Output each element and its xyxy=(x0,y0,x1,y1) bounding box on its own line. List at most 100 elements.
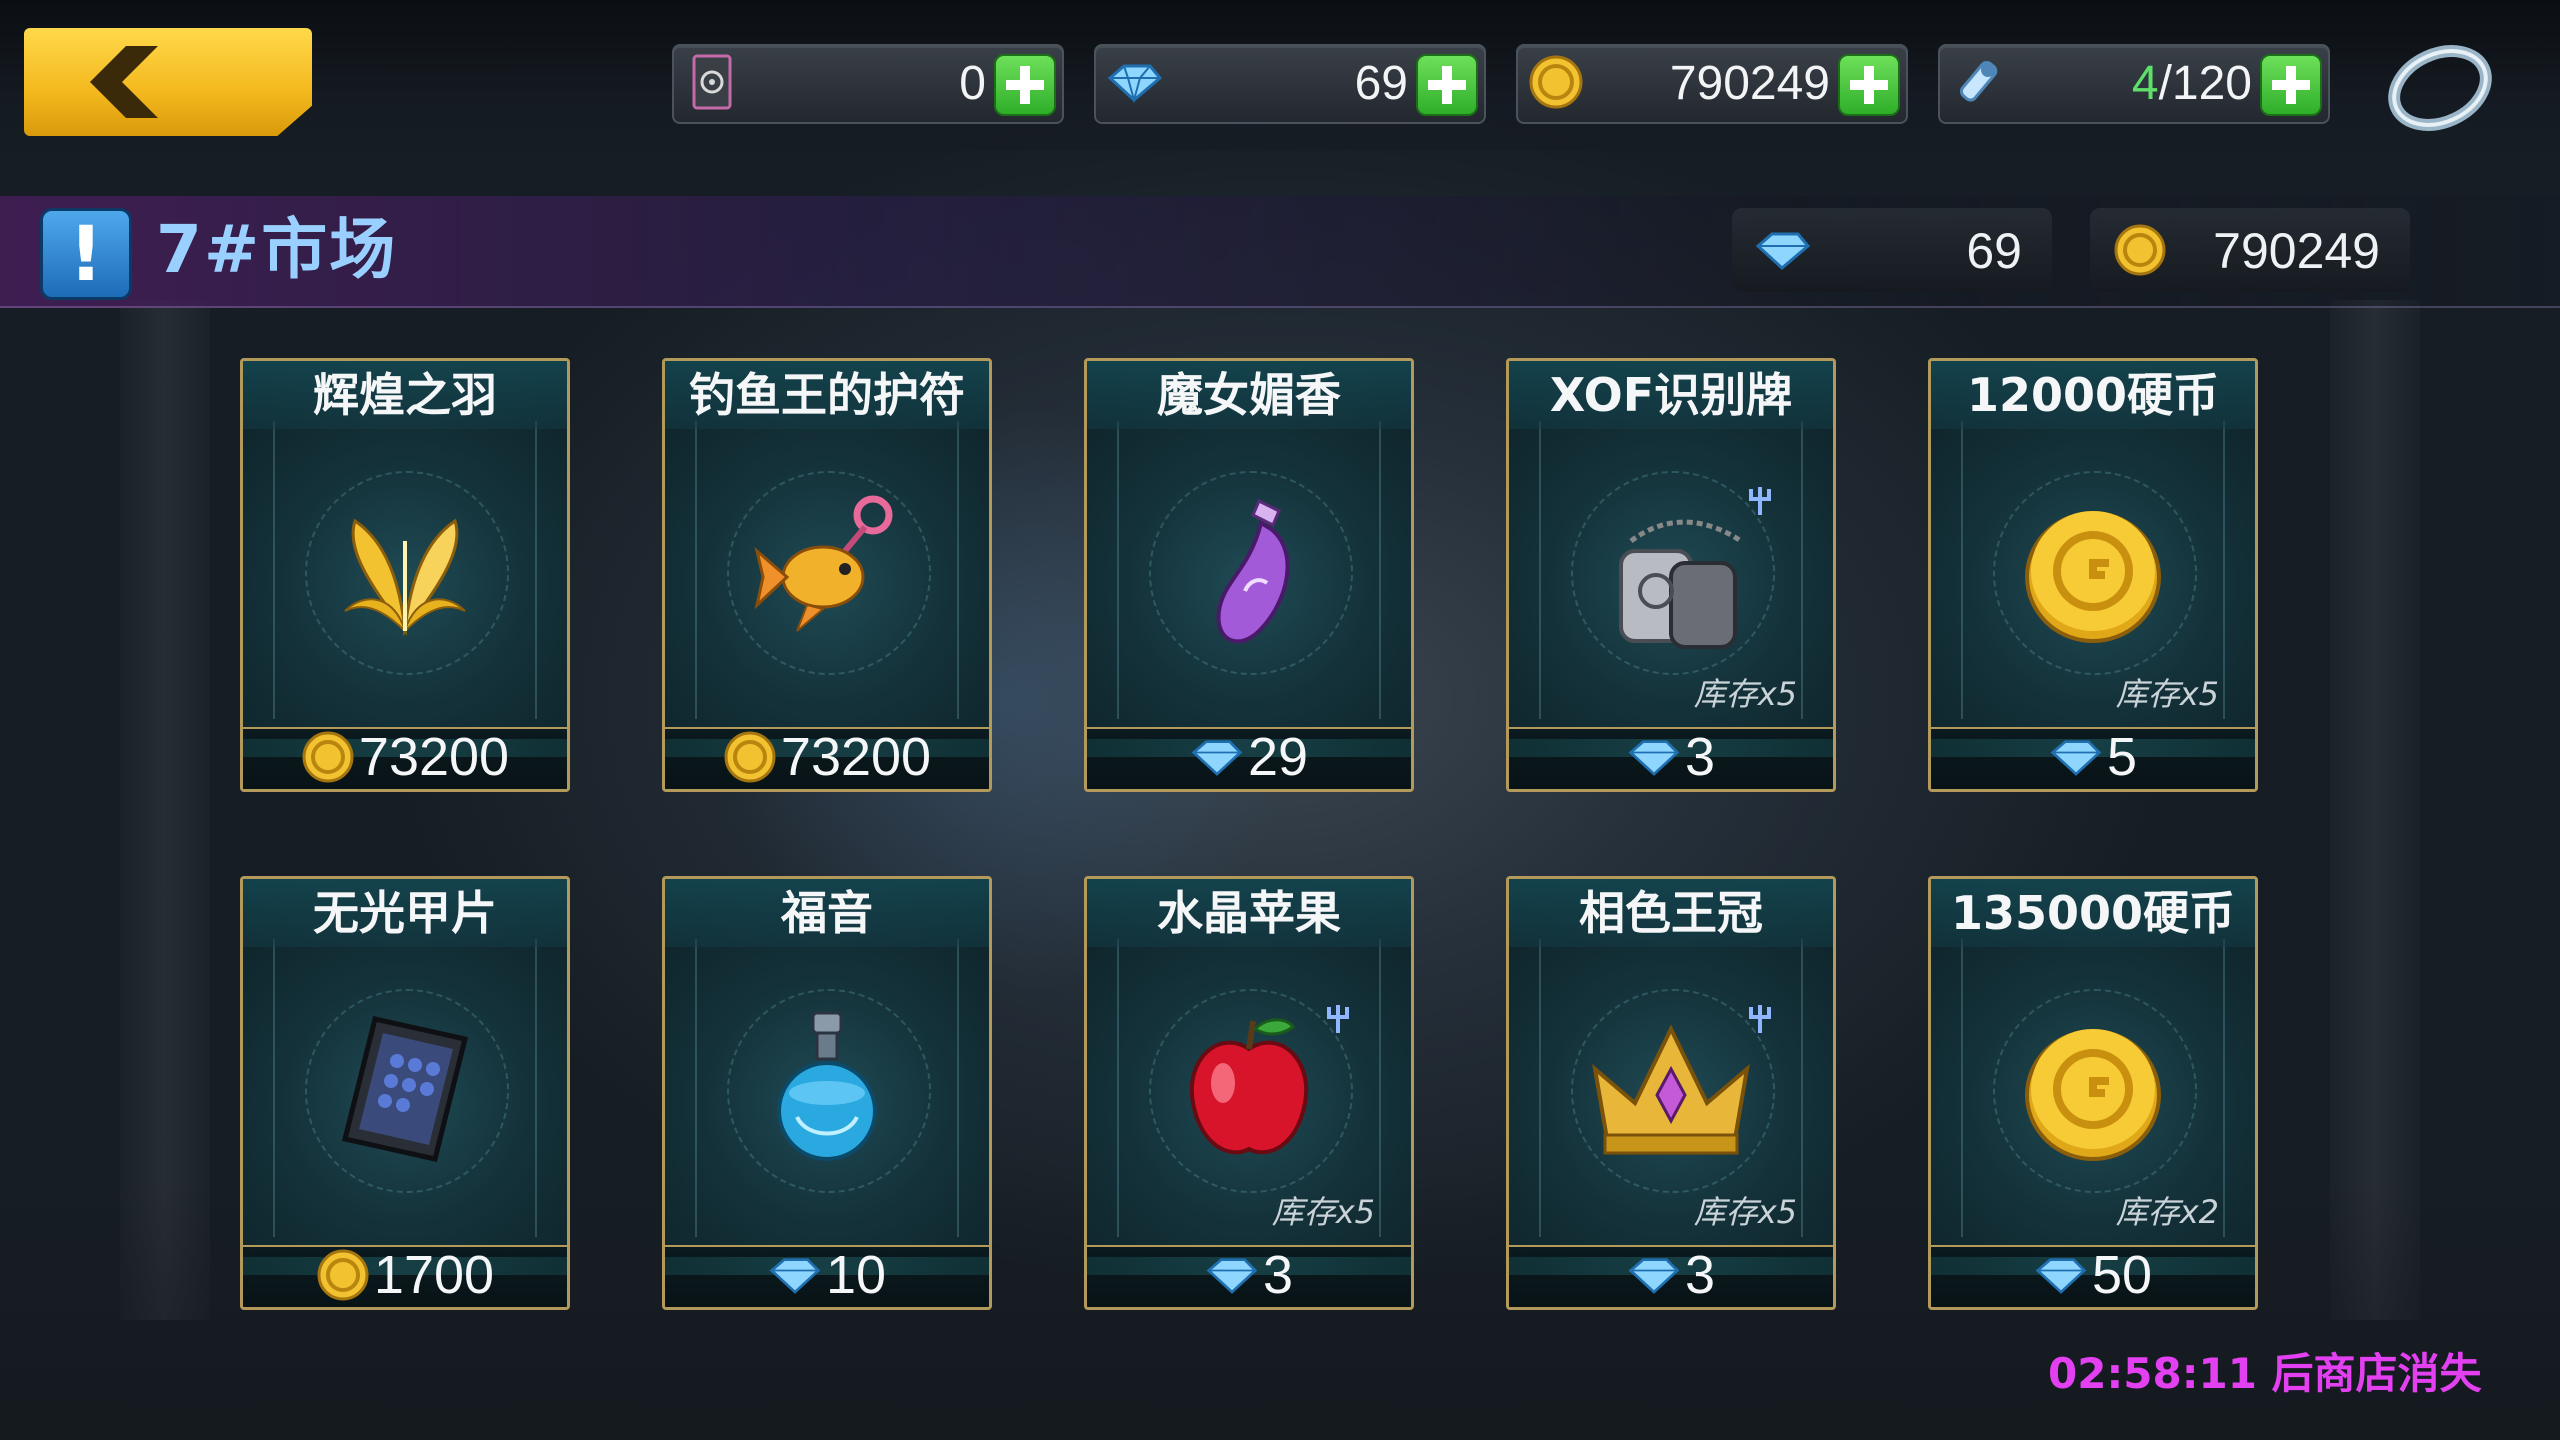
item-name: 135000硬币 xyxy=(1931,879,2255,947)
back-arrow-icon xyxy=(90,46,158,118)
item-stock: 库存x5 xyxy=(1693,675,1797,713)
item-stock: 库存x5 xyxy=(1271,1193,1375,1231)
shop-item-card[interactable]: 相色王冠 库存x5 3 xyxy=(1506,876,1836,1310)
gem-icon xyxy=(1628,740,1680,776)
shop-item-card[interactable]: 水晶苹果 库存x5 3 xyxy=(1084,876,1414,1310)
goldfish-charm-icon xyxy=(727,481,927,661)
item-price: 50 xyxy=(1931,1243,2255,1307)
dog-tag-icon xyxy=(1571,481,1771,661)
crown-icon xyxy=(1571,999,1771,1179)
add-badge-button[interactable] xyxy=(994,54,1056,116)
price-value: 10 xyxy=(825,1245,887,1305)
item-name: 无光甲片 xyxy=(243,879,567,947)
item-price: 73200 xyxy=(243,725,567,789)
ring-menu-button[interactable] xyxy=(2380,30,2500,140)
ring-icon xyxy=(2388,45,2492,131)
price-value: 50 xyxy=(2091,1245,2153,1305)
armor-plate-icon xyxy=(305,999,505,1179)
gem-icon xyxy=(1628,1258,1680,1294)
blue-potion-icon xyxy=(727,999,927,1179)
resource-value: 0 xyxy=(959,57,986,110)
crystal-apple-icon xyxy=(1149,999,1349,1179)
gem-icon xyxy=(1104,52,1164,112)
price-value: 73200 xyxy=(358,727,510,787)
item-name: 福音 xyxy=(665,879,989,947)
golden-feather-icon xyxy=(305,481,505,661)
resource-value: 4/120 xyxy=(2132,56,2252,112)
gem-icon xyxy=(1206,1258,1258,1294)
item-price: 3 xyxy=(1087,1243,1411,1307)
item-name: 水晶苹果 xyxy=(1087,879,1411,947)
shop-title: 7#市场 xyxy=(156,211,398,288)
item-price: 10 xyxy=(665,1243,989,1307)
shop-coins-value: 790249 xyxy=(2213,223,2380,279)
back-button[interactable] xyxy=(24,28,312,136)
gold-coin-icon xyxy=(724,731,776,783)
shop-item-card[interactable]: 福音 10 xyxy=(662,876,992,1310)
price-value: 5 xyxy=(2106,727,2138,787)
item-name: 辉煌之羽 xyxy=(243,361,567,429)
shop-coins: 790249 xyxy=(2090,208,2410,292)
gold-coin-icon xyxy=(1993,481,2193,661)
shop-item-card[interactable]: 钓鱼王的护符 73200 xyxy=(662,358,992,792)
shop-item-card[interactable]: 135000硬币 库存x2 50 xyxy=(1928,876,2258,1310)
item-name: 钓鱼王的护符 xyxy=(665,361,989,429)
item-price: 3 xyxy=(1509,1243,1833,1307)
shop-item-card[interactable]: 魔女媚香 29 xyxy=(1084,358,1414,792)
item-stock: 库存x2 xyxy=(2115,1193,2219,1231)
gold-coin-icon xyxy=(317,1249,369,1301)
perfume-bottle-icon xyxy=(1149,481,1349,661)
resource-value: 790249 xyxy=(1669,57,1830,110)
gold-coin-icon xyxy=(302,731,354,783)
resource-gems: 69 xyxy=(1094,44,1486,124)
add-gems-button[interactable] xyxy=(1416,54,1478,116)
stamina-current: 4 xyxy=(2131,57,2159,110)
shop-item-card[interactable]: 辉煌之羽 73200 xyxy=(240,358,570,792)
shop-timer: 02:58:11 后商店消失 xyxy=(2048,1349,2482,1398)
add-stamina-button[interactable] xyxy=(2260,54,2322,116)
gold-coin-icon xyxy=(2110,222,2170,278)
resource-badge: 0 xyxy=(672,44,1064,124)
shop-gems-value: 69 xyxy=(1966,223,2022,279)
top-bar: 0 69 790249 4/120 xyxy=(0,0,2560,150)
shop-item-card[interactable]: 无光甲片 1700 xyxy=(240,876,570,1310)
stamina-vial-icon xyxy=(1948,52,2008,112)
badge-icon xyxy=(682,52,742,112)
add-coins-button[interactable] xyxy=(1838,54,1900,116)
price-value: 3 xyxy=(1684,1245,1716,1305)
price-value: 3 xyxy=(1684,727,1716,787)
item-price: 1700 xyxy=(243,1243,567,1307)
resource-value: 69 xyxy=(1354,57,1408,110)
gold-coin-icon xyxy=(1993,999,2193,1179)
price-value: 29 xyxy=(1247,727,1309,787)
item-name: 相色王冠 xyxy=(1509,879,1833,947)
background-beam xyxy=(120,300,210,1320)
resource-coins: 790249 xyxy=(1516,44,1908,124)
shop-item-card[interactable]: 12000硬币 库存x5 5 xyxy=(1928,358,2258,792)
resource-stamina: 4/120 xyxy=(1938,44,2330,124)
price-value: 73200 xyxy=(780,727,932,787)
gem-icon xyxy=(769,1258,821,1294)
shop-header: ! 7#市场 69 790249 xyxy=(0,196,2560,308)
gem-icon xyxy=(1191,740,1243,776)
gem-icon xyxy=(2050,740,2102,776)
background-beam xyxy=(2330,300,2420,1320)
price-value: 1700 xyxy=(373,1245,495,1305)
item-price: 73200 xyxy=(665,725,989,789)
item-price: 29 xyxy=(1087,725,1411,789)
shop-gems: 69 xyxy=(1732,208,2052,292)
item-price: 5 xyxy=(1931,725,2255,789)
shop-item-card[interactable]: XOF识别牌 库存x5 3 xyxy=(1506,358,1836,792)
item-price: 3 xyxy=(1509,725,1833,789)
item-name: 12000硬币 xyxy=(1931,361,2255,429)
price-value: 3 xyxy=(1262,1245,1294,1305)
stamina-max: /120 xyxy=(2158,57,2252,110)
gem-icon xyxy=(2035,1258,2087,1294)
gem-icon xyxy=(1752,222,1812,278)
item-name: 魔女媚香 xyxy=(1087,361,1411,429)
item-stock: 库存x5 xyxy=(1693,1193,1797,1231)
item-name: XOF识别牌 xyxy=(1509,361,1833,429)
item-stock: 库存x5 xyxy=(2115,675,2219,713)
alert-icon: ! xyxy=(40,208,132,300)
gold-coin-icon xyxy=(1526,52,1586,112)
